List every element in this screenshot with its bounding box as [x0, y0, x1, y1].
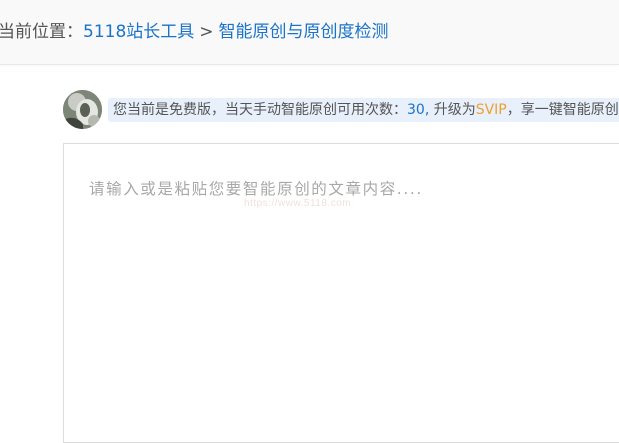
- article-input[interactable]: [64, 144, 619, 442]
- notice-text-after: ，享一键智能原创: [506, 102, 619, 118]
- avatar[interactable]: [63, 90, 102, 129]
- remaining-count: 30,: [407, 102, 430, 118]
- breadcrumb-separator: >: [199, 22, 214, 42]
- plan-notice: 您当前是免费版，当天手动智能原创可用次数：30, 升级为SVIP，享一键智能原创: [108, 98, 619, 122]
- breadcrumb-prefix: 当前位置：: [0, 22, 83, 42]
- breadcrumb-home-link[interactable]: 5118站长工具: [83, 22, 194, 42]
- notice-text-middle: 升级为: [429, 102, 476, 118]
- breadcrumb-bar: 当前位置：5118站长工具 > 智能原创与原创度检测: [0, 0, 619, 65]
- breadcrumb: 当前位置：5118站长工具 > 智能原创与原创度检测: [0, 20, 389, 44]
- svip-upgrade-link[interactable]: SVIP: [476, 102, 507, 118]
- article-editor: https://www.5118.com: [63, 143, 619, 443]
- notice-text-before: 您当前是免费版，当天手动智能原创可用次数：: [113, 102, 407, 118]
- breadcrumb-current-link[interactable]: 智能原创与原创度检测: [219, 22, 389, 42]
- site-watermark: https://www.5118.com: [244, 198, 352, 209]
